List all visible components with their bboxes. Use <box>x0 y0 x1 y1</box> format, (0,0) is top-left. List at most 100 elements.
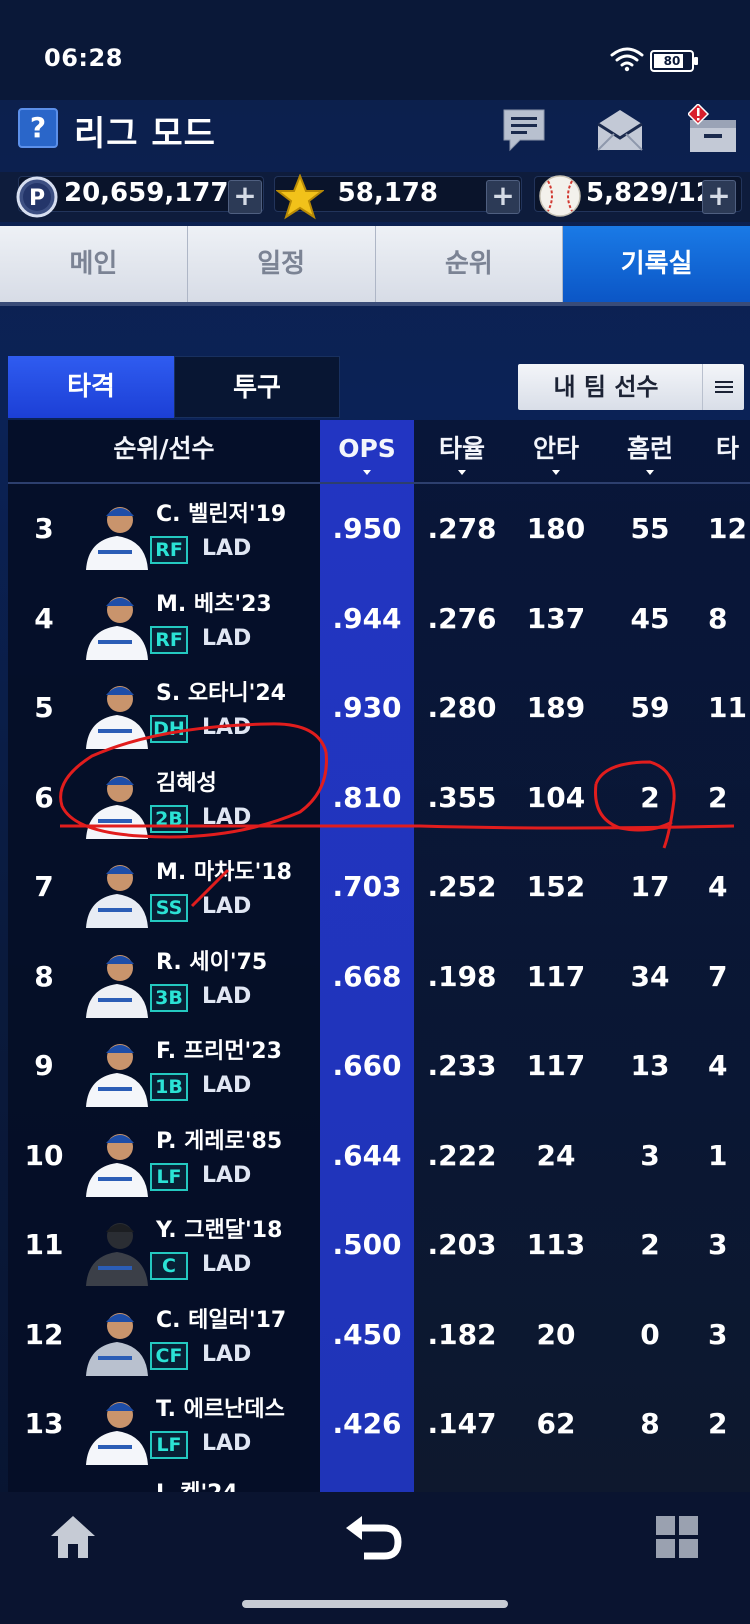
table-row[interactable]: 5 S. 오타니'24 DH LAD .930 .280 189 59 11 <box>8 669 750 758</box>
add-balls-button[interactable]: + <box>702 180 736 214</box>
rbi-value: 3 <box>708 1228 728 1261</box>
hits-value: 152 <box>526 870 586 903</box>
team-abbr: LAD <box>202 536 252 561</box>
table-row[interactable]: 12 C. 테일러'17 CF LAD .450 .182 20 0 3 <box>8 1296 750 1385</box>
rbi-value: 4 <box>708 870 728 903</box>
table-row[interactable]: 4 M. 베츠'23 RF LAD .944 .276 137 45 8 <box>8 580 750 669</box>
avg-value: .222 <box>427 1138 497 1172</box>
team-abbr: LAD <box>202 804 252 830</box>
table-row[interactable]: 13 T. 에르난데스 LF LAD .426 .147 62 8 2 <box>8 1385 750 1474</box>
rbi-value: 11 <box>708 691 747 724</box>
chat-icon[interactable] <box>498 104 550 156</box>
team-abbr: LAD <box>202 983 252 1009</box>
tab-standings[interactable]: 순위 <box>375 226 564 302</box>
baseball-icon <box>539 175 581 217</box>
tab-schedule[interactable]: 일정 <box>187 226 376 302</box>
home-icon[interactable] <box>48 1512 98 1562</box>
tab-pitching[interactable]: 투구 <box>174 356 340 418</box>
hr-value: 2 <box>640 780 660 814</box>
rbi-value: 12 <box>708 512 747 545</box>
avg-value: .280 <box>427 691 497 724</box>
add-stars-button[interactable]: + <box>486 180 520 214</box>
table-row[interactable]: 6 김혜성 2B LAD .810 .355 104 2 2 <box>8 759 750 848</box>
header-rbi[interactable]: 타 <box>702 420 750 484</box>
table-header: 순위/선수 OPS 타율 안타 홈런 타 <box>8 420 750 484</box>
inbox-box-icon[interactable] <box>688 104 740 156</box>
stats-table: 순위/선수 OPS 타율 안타 홈런 타 3 C. 벨린저'19 RF LAD .950… <box>8 420 750 1492</box>
rank-number: 13 <box>24 1407 64 1440</box>
add-points-button[interactable]: + <box>228 180 262 214</box>
hr-value: 59 <box>630 691 670 724</box>
avg-value: .276 <box>427 601 497 635</box>
rbi-value: 4 <box>708 1049 728 1082</box>
ops-value: .944 <box>332 601 402 635</box>
hr-value: 8 <box>640 1407 660 1440</box>
table-row[interactable]: 11 Y. 그랜달'18 C LAD .500 .203 113 2 3 <box>8 1206 750 1295</box>
ops-value: .668 <box>332 959 402 993</box>
hits-value: 189 <box>526 691 586 724</box>
team-abbr: LAD <box>202 1431 252 1456</box>
currency-bar: P 20,659,177 + 58,178 + 5,829/120 + <box>0 172 750 222</box>
player-portrait <box>86 1133 148 1197</box>
avg-value: .355 <box>427 780 497 814</box>
help-icon[interactable]: ? <box>18 108 58 148</box>
menu-icon[interactable] <box>702 364 744 410</box>
position-badge: LF <box>150 1431 188 1459</box>
battery-icon: 80 <box>650 50 698 72</box>
hits-value: 62 <box>536 1407 576 1440</box>
grid-icon[interactable] <box>652 1512 702 1562</box>
rank-number: 4 <box>34 601 54 635</box>
ops-value: .703 <box>332 870 402 903</box>
team-abbr: LAD <box>202 1341 252 1367</box>
tab-strip <box>0 302 750 306</box>
table-row[interactable]: 7 M. 마차도'18 SS LAD .703 .252 152 17 4 <box>8 848 750 937</box>
battery-level: 80 <box>663 54 681 68</box>
avg-value: .278 <box>427 512 497 545</box>
app-screen: 06:28 80 ? 리그 모드 P 20,659,177 + 58,178 +… <box>0 0 750 1624</box>
stars-value: 58,178 <box>337 178 438 208</box>
rank-number: 11 <box>24 1228 64 1261</box>
hr-value: 3 <box>640 1138 660 1172</box>
header-hr[interactable]: 홈런 <box>608 420 692 484</box>
team-filter-button[interactable]: 내 팀 선수 <box>518 364 744 410</box>
status-time: 06:28 <box>44 44 123 72</box>
team-abbr: LAD <box>202 894 252 919</box>
ops-value: .426 <box>332 1407 402 1440</box>
table-row[interactable]: 9 F. 프리먼'23 1B LAD .660 .233 117 13 4 <box>8 1027 750 1116</box>
hr-value: 0 <box>640 1317 660 1351</box>
tab-main[interactable]: 메인 <box>0 226 188 302</box>
table-row-partial[interactable]: J. 켄'24 <box>8 1475 750 1493</box>
rbi-value: 2 <box>708 1407 728 1440</box>
player-portrait <box>86 686 148 749</box>
player-name: C. 벨린저'19 <box>156 502 287 527</box>
player-name: M. 마차도'18 <box>156 860 292 885</box>
page-title: 리그 모드 <box>74 114 216 154</box>
main-tabs: 메인 일정 순위 기록실 <box>0 226 750 302</box>
position-badge: 2B <box>150 804 188 833</box>
tab-records[interactable]: 기록실 <box>563 226 750 302</box>
header: ? 리그 모드 <box>0 100 750 170</box>
hits-value: 104 <box>526 780 586 814</box>
header-ops[interactable]: OPS <box>320 420 414 484</box>
back-icon[interactable] <box>344 1512 404 1562</box>
player-portrait <box>86 865 148 928</box>
mail-icon[interactable] <box>594 104 646 156</box>
tab-batting[interactable]: 타격 <box>8 356 174 418</box>
header-hits[interactable]: 안타 <box>514 420 598 484</box>
rbi-value: 3 <box>708 1317 728 1351</box>
avg-value: .147 <box>427 1407 497 1440</box>
player-portrait <box>86 1044 148 1107</box>
home-indicator[interactable] <box>242 1600 508 1608</box>
star-icon <box>276 174 324 220</box>
position-badge: RF <box>150 625 188 654</box>
hits-value: 137 <box>526 601 586 635</box>
table-row[interactable]: 10 P. 게레로'85 LF LAD .644 .222 24 3 1 <box>8 1117 750 1206</box>
player-name: P. 게레로'85 <box>156 1128 283 1154</box>
header-avg[interactable]: 타율 <box>420 420 504 484</box>
rank-number: 6 <box>34 780 54 814</box>
ops-value: .644 <box>332 1138 402 1172</box>
header-rank-player[interactable]: 순위/선수 <box>8 420 320 484</box>
table-row[interactable]: 8 R. 세이'75 3B LAD .668 .198 117 34 7 <box>8 938 750 1027</box>
table-row[interactable]: 3 C. 벨린저'19 RF LAD .950 .278 180 55 12 <box>8 490 750 579</box>
position-badge: RF <box>150 536 188 564</box>
